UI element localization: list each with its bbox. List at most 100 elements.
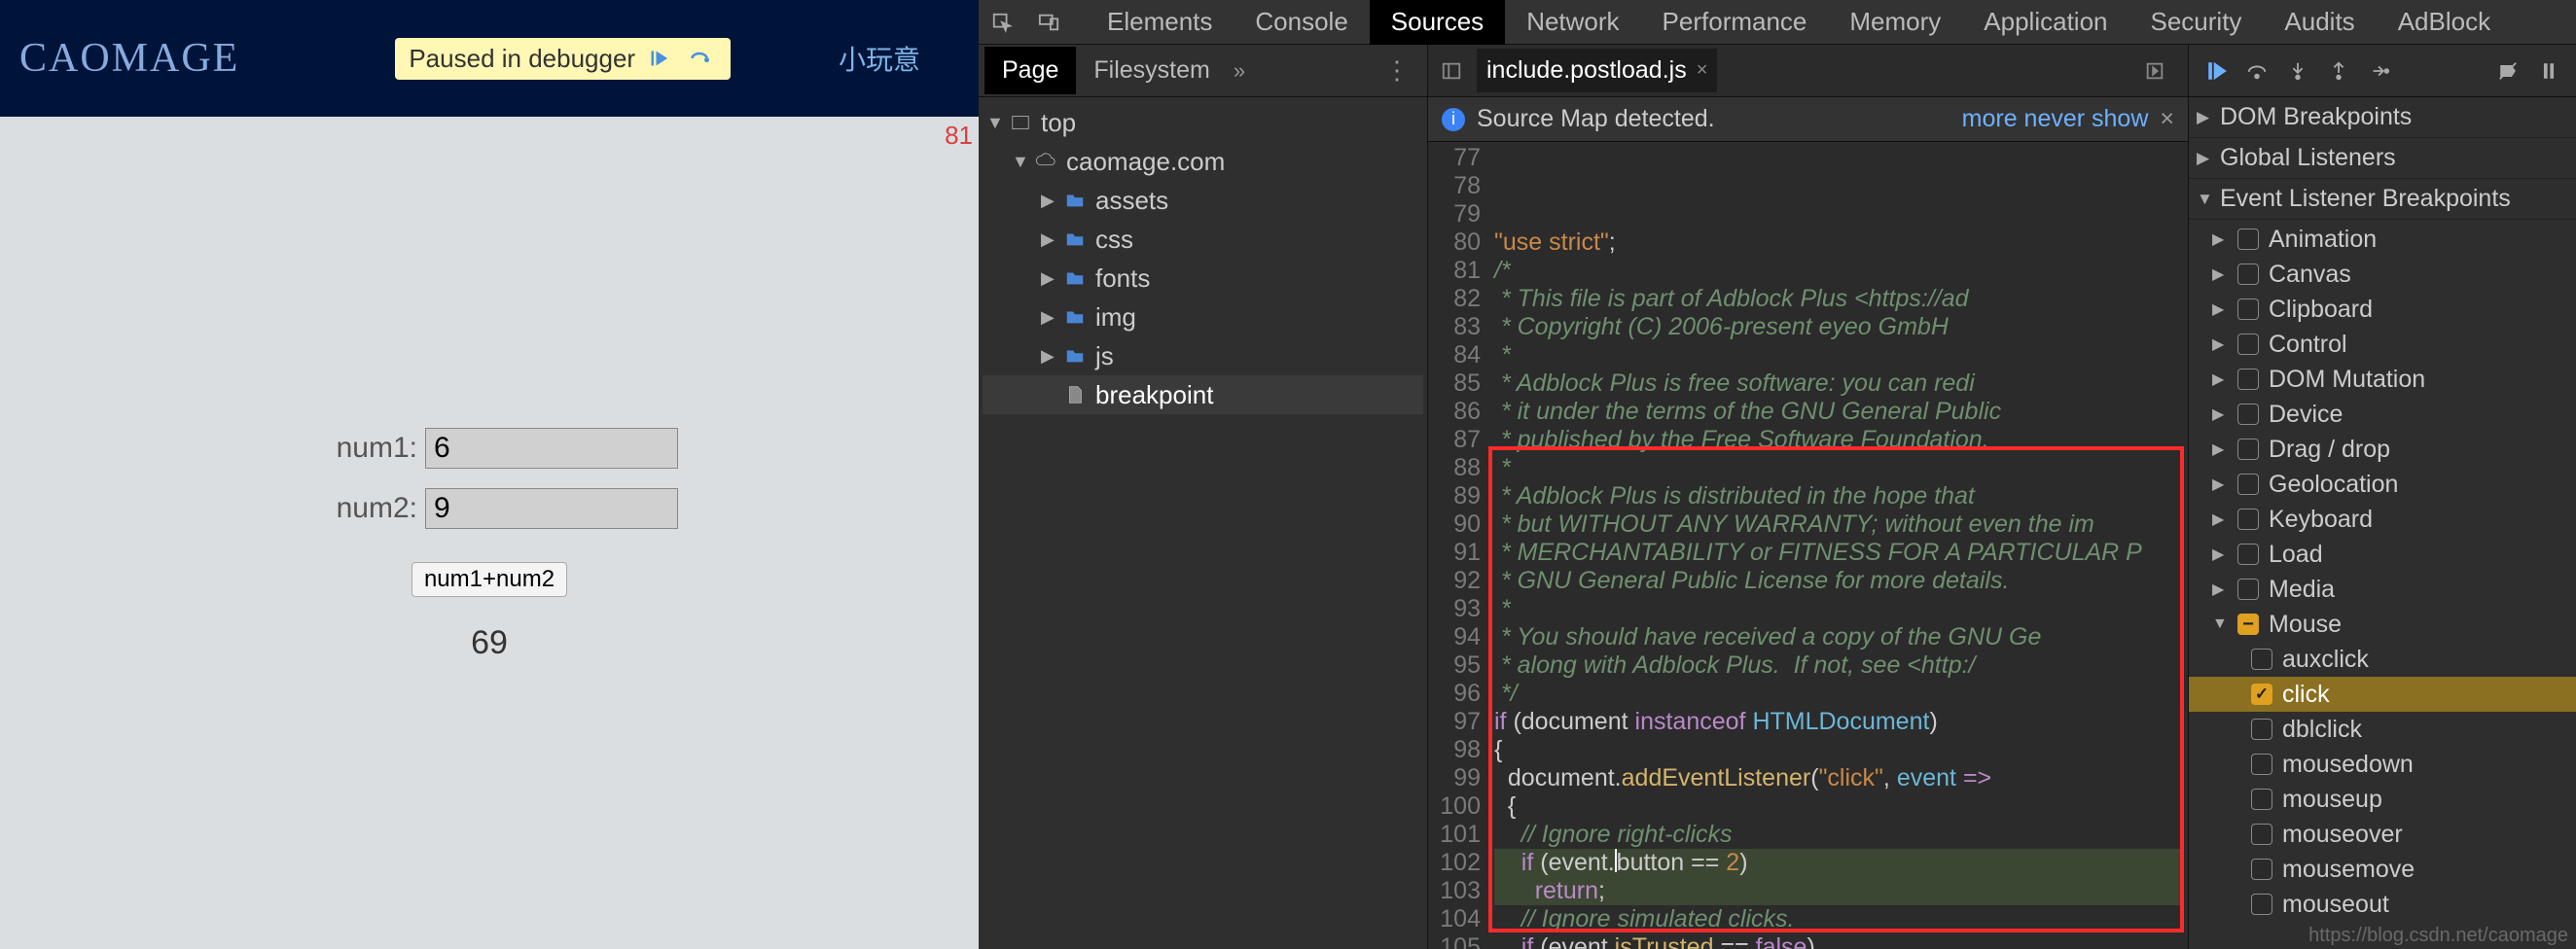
bp-category-canvas[interactable]: ▶Canvas [2212, 257, 2576, 292]
debug-controls [2189, 45, 2576, 97]
more-icon[interactable]: ⋮ [1384, 55, 1421, 86]
devtools-tab-security[interactable]: Security [2129, 0, 2264, 45]
bp-event-mousemove[interactable]: mousemove [2212, 852, 2576, 887]
checkbox[interactable] [2237, 299, 2259, 320]
num1-input[interactable] [425, 428, 678, 469]
nav-link[interactable]: 小玩意 [839, 39, 959, 78]
tree-folder-css[interactable]: ▶css [983, 220, 1423, 259]
step-into-icon[interactable] [2278, 52, 2317, 90]
bp-category-load[interactable]: ▶Load [2212, 537, 2576, 572]
chevron-right-icon[interactable]: » [1234, 58, 1245, 84]
bp-event-mouseover[interactable]: mouseover [2212, 817, 2576, 852]
filesystem-tab[interactable]: Filesystem [1076, 47, 1227, 94]
file-tree: ▼top ▼caomage.com ▶assets▶css▶fonts▶img▶… [979, 97, 1427, 949]
checkbox[interactable] [2237, 474, 2259, 495]
close-info-icon[interactable]: × [2160, 105, 2174, 133]
result-text: 69 [471, 624, 508, 662]
bp-category-control[interactable]: ▶Control [2212, 327, 2576, 362]
step-out-icon[interactable] [2319, 52, 2358, 90]
devtools-tab-sources[interactable]: Sources [1370, 0, 1505, 45]
source-code: "use strict";/* * This file is part of A… [1488, 142, 2188, 949]
bp-event-mousedown[interactable]: mousedown [2212, 747, 2576, 782]
checkbox[interactable] [2237, 579, 2259, 600]
tree-top[interactable]: ▼top [983, 103, 1423, 142]
section-dom-breakpoints[interactable]: ▶DOM Breakpoints [2189, 97, 2576, 138]
page-number: 81 [945, 121, 973, 151]
checkbox[interactable] [2237, 334, 2259, 355]
checkbox[interactable] [2251, 789, 2272, 810]
checkbox[interactable] [2237, 264, 2259, 285]
file-icon [1062, 382, 1088, 407]
bp-event-click[interactable]: click [2189, 677, 2576, 712]
bp-event-dblclick[interactable]: dblclick [2212, 712, 2576, 747]
step-icon[interactable] [2360, 52, 2399, 90]
sidebar-toggle-icon[interactable] [1434, 53, 1469, 88]
devtools-tabs: ElementsConsoleSourcesNetworkPerformance… [1086, 0, 2512, 45]
bp-category-animation[interactable]: ▶Animation [2212, 222, 2576, 257]
devtools-tab-performance[interactable]: Performance [1641, 0, 1829, 45]
code-editor[interactable]: 7778798081828384858687888990919293949596… [1428, 142, 2188, 949]
resume-icon[interactable] [641, 44, 676, 73]
bp-category-dom-mutation[interactable]: ▶DOM Mutation [2212, 362, 2576, 397]
checkbox[interactable] [2251, 649, 2272, 670]
tree-folder-img[interactable]: ▶img [983, 298, 1423, 336]
bp-event-mouseout[interactable]: mouseout [2212, 887, 2576, 922]
bp-event-auxclick[interactable]: auxclick [2212, 642, 2576, 677]
bp-event-mouseup[interactable]: mouseup [2212, 782, 2576, 817]
checkbox[interactable] [2251, 684, 2272, 705]
inspect-icon[interactable] [983, 3, 1021, 42]
checkbox[interactable] [2251, 719, 2272, 740]
devtools-tab-audits[interactable]: Audits [2263, 0, 2376, 45]
num2-input[interactable] [425, 488, 678, 529]
devtools-tab-adblock[interactable]: AdBlock [2377, 0, 2512, 45]
checkbox[interactable] [2251, 894, 2272, 915]
sum-button[interactable]: num1+num2 [411, 562, 567, 597]
bp-category-geolocation[interactable]: ▶Geolocation [2212, 467, 2576, 502]
checkbox[interactable] [2237, 404, 2259, 425]
num2-label: num2: [301, 492, 417, 525]
section-event-listener-breakpoints[interactable]: ▼Event Listener Breakpoints [2189, 179, 2576, 220]
checkbox[interactable] [2251, 859, 2272, 880]
step-over-icon[interactable] [682, 44, 717, 73]
tree-file-breakpoint[interactable]: breakpoint [983, 375, 1423, 414]
checkbox[interactable] [2251, 754, 2272, 775]
folder-icon [1062, 265, 1088, 291]
step-over-btn-icon[interactable] [2237, 52, 2276, 90]
bp-category-media[interactable]: ▶Media [2212, 572, 2576, 607]
info-bar: i Source Map detected. more never show × [1428, 97, 2188, 142]
history-icon[interactable] [2137, 53, 2172, 88]
bp-category-drag---drop[interactable]: ▶Drag / drop [2212, 432, 2576, 467]
section-global-listeners[interactable]: ▶Global Listeners [2189, 138, 2576, 179]
devtools-tab-memory[interactable]: Memory [1828, 0, 1962, 45]
info-link[interactable]: more never show [1962, 105, 2149, 133]
devtools-tab-elements[interactable]: Elements [1086, 0, 1234, 45]
pause-exceptions-icon[interactable] [2529, 52, 2568, 90]
checkbox[interactable] [2237, 509, 2259, 530]
device-toggle-icon[interactable] [1029, 3, 1068, 42]
checkbox[interactable] [2237, 544, 2259, 565]
checkbox[interactable] [2251, 824, 2272, 845]
page-tab[interactable]: Page [984, 47, 1076, 94]
resume-btn-icon[interactable] [2197, 52, 2236, 90]
tree-folder-fonts[interactable]: ▶fonts [983, 259, 1423, 298]
tree-folder-js[interactable]: ▶js [983, 336, 1423, 375]
bp-category-device[interactable]: ▶Device [2212, 397, 2576, 432]
bp-category-clipboard[interactable]: ▶Clipboard [2212, 292, 2576, 327]
checkbox[interactable] [2237, 369, 2259, 390]
checkbox[interactable] [2237, 614, 2259, 635]
deactivate-bp-icon[interactable] [2488, 52, 2527, 90]
bp-category-keyboard[interactable]: ▶Keyboard [2212, 502, 2576, 537]
tree-domain[interactable]: ▼caomage.com [983, 142, 1423, 181]
webpage-panel: CAOMAGE Paused in debugger 小玩意 81 num1: … [0, 0, 979, 949]
close-icon[interactable]: × [1697, 59, 1708, 82]
checkbox[interactable] [2237, 439, 2259, 460]
devtools-tab-application[interactable]: Application [1962, 0, 2129, 45]
checkbox[interactable] [2237, 228, 2259, 250]
code-tab[interactable]: include.postload.js× [1477, 49, 1717, 92]
folder-icon [1062, 188, 1088, 213]
devtools-tab-console[interactable]: Console [1234, 0, 1369, 45]
devtools-tab-network[interactable]: Network [1505, 0, 1640, 45]
tree-folder-assets[interactable]: ▶assets [983, 181, 1423, 220]
bp-category-mouse[interactable]: ▼Mouse [2212, 607, 2576, 642]
code-pane: include.postload.js× i Source Map detect… [1428, 45, 2189, 949]
